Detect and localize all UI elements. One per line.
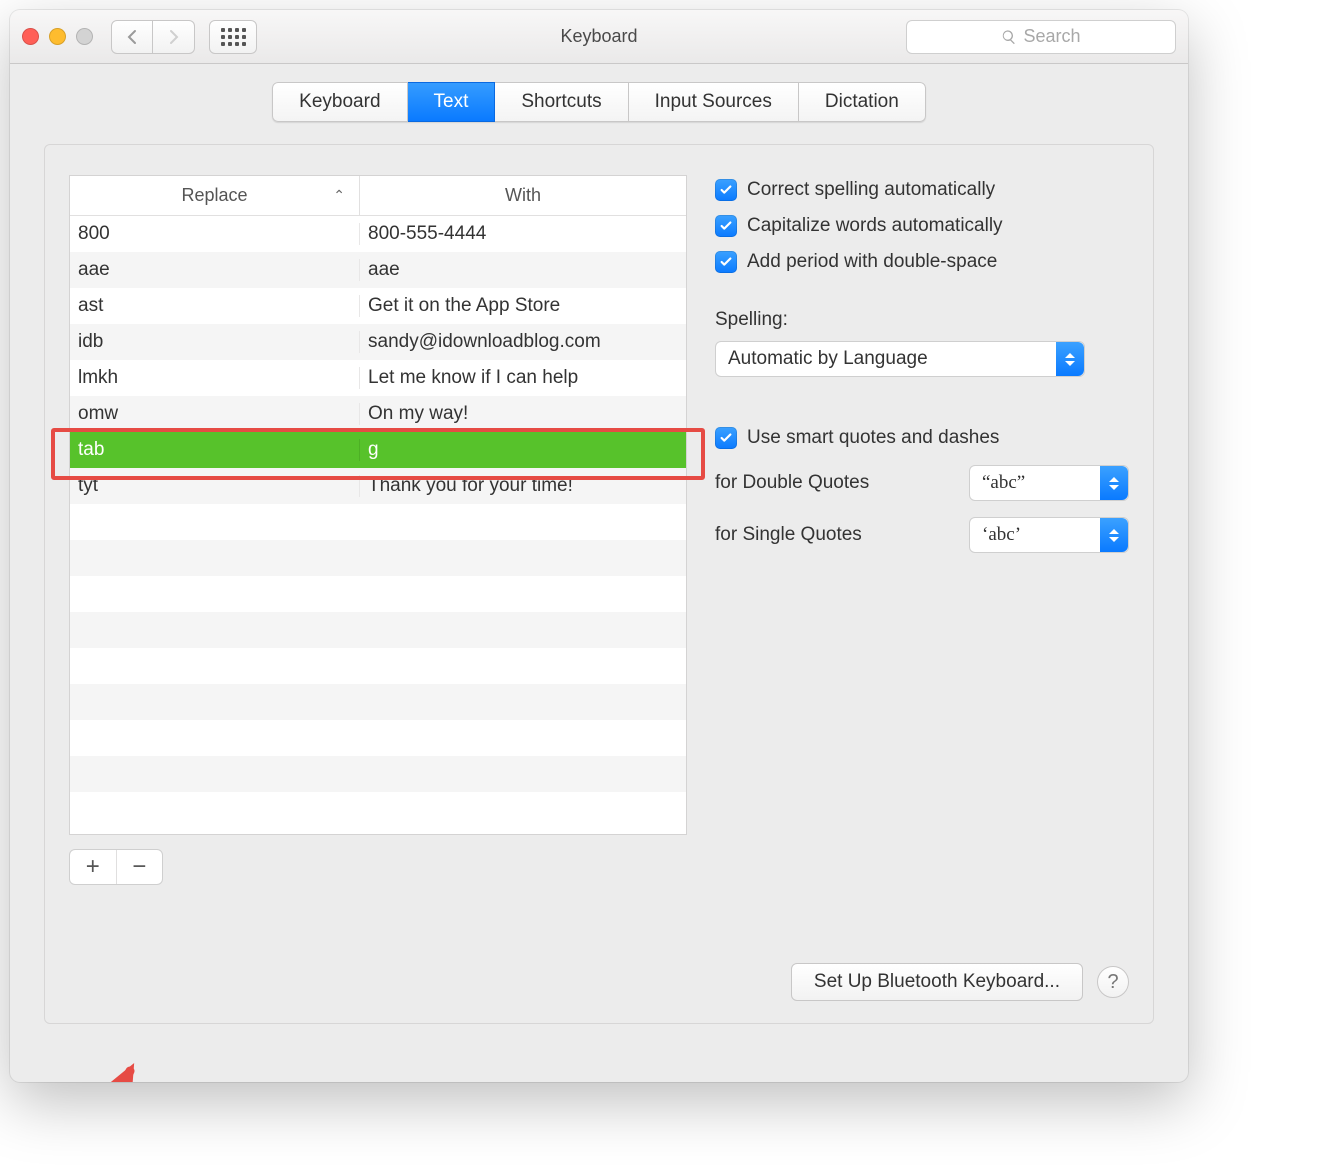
single-quotes-label: for Single Quotes — [715, 524, 862, 546]
cell-replace: idb — [70, 331, 360, 353]
checkbox-checked-icon — [715, 251, 737, 273]
cell-with: aae — [360, 259, 686, 281]
table-row-empty — [70, 648, 686, 684]
add-period-checkbox[interactable]: Add period with double-space — [715, 251, 1129, 273]
close-window-button[interactable] — [22, 28, 39, 45]
cell-replace: lmkh — [70, 367, 360, 389]
grid-icon — [221, 28, 246, 46]
double-quotes-label: for Double Quotes — [715, 472, 869, 494]
content-panel: Replace ⌃ With 800800-555-4444aaeaaeastG… — [44, 144, 1154, 1024]
tab-shortcuts[interactable]: Shortcuts — [495, 82, 628, 122]
table-row-empty — [70, 504, 686, 540]
replacement-table-area: Replace ⌃ With 800800-555-4444aaeaaeastG… — [69, 175, 687, 999]
nav-buttons — [111, 20, 195, 54]
annotation-arrow — [75, 1057, 165, 1082]
select-stepper-icon — [1056, 342, 1084, 376]
spelling-select[interactable]: Automatic by Language — [715, 341, 1085, 377]
capitalize-checkbox[interactable]: Capitalize words automatically — [715, 215, 1129, 237]
table-row-empty — [70, 540, 686, 576]
titlebar: Keyboard Search — [10, 10, 1188, 64]
show-all-button[interactable] — [209, 20, 257, 54]
table-row[interactable]: aaeaae — [70, 252, 686, 288]
cell-with: Get it on the App Store — [360, 295, 686, 317]
tab-dictation[interactable]: Dictation — [799, 82, 926, 122]
smart-quotes-checkbox[interactable]: Use smart quotes and dashes — [715, 427, 1129, 449]
cell-with: 800-555-4444 — [360, 223, 686, 245]
replacement-table[interactable]: Replace ⌃ With 800800-555-4444aaeaaeastG… — [69, 175, 687, 835]
cell-with: Let me know if I can help — [360, 367, 686, 389]
cell-replace: 800 — [70, 223, 360, 245]
tab-bar: Keyboard Text Shortcuts Input Sources Di… — [10, 82, 1188, 122]
tab-text[interactable]: Text — [408, 82, 496, 122]
cell-replace: tyt — [70, 475, 360, 497]
cell-with: sandy@idownloadblog.com — [360, 331, 686, 353]
table-row[interactable]: idbsandy@idownloadblog.com — [70, 324, 686, 360]
cell-with: Thank you for your time! — [360, 475, 686, 497]
table-row-empty — [70, 684, 686, 720]
tab-input-sources[interactable]: Input Sources — [629, 82, 799, 122]
search-icon — [1001, 29, 1017, 45]
double-quotes-select[interactable]: “abc” — [969, 465, 1129, 501]
table-row[interactable]: lmkhLet me know if I can help — [70, 360, 686, 396]
cell-with: g — [360, 439, 686, 461]
back-button[interactable] — [111, 20, 153, 54]
help-button[interactable]: ? — [1097, 966, 1129, 998]
table-header: Replace ⌃ With — [70, 176, 686, 216]
column-with[interactable]: With — [360, 176, 686, 215]
table-row[interactable]: tytThank you for your time! — [70, 468, 686, 504]
table-row[interactable]: omwOn my way! — [70, 396, 686, 432]
checkbox-checked-icon — [715, 427, 737, 449]
sort-caret-icon: ⌃ — [333, 187, 345, 204]
add-button[interactable]: + — [70, 850, 117, 884]
table-row-empty — [70, 720, 686, 756]
preferences-window: Keyboard Search Keyboard Text Shortcuts … — [10, 10, 1188, 1082]
tab-keyboard[interactable]: Keyboard — [272, 82, 407, 122]
cell-with: On my way! — [360, 403, 686, 425]
table-row[interactable]: 800800-555-4444 — [70, 216, 686, 252]
single-quotes-select[interactable]: ‘abc’ — [969, 517, 1129, 553]
cell-replace: omw — [70, 403, 360, 425]
select-stepper-icon — [1100, 518, 1128, 552]
minimize-window-button[interactable] — [49, 28, 66, 45]
select-stepper-icon — [1100, 466, 1128, 500]
table-row-empty — [70, 576, 686, 612]
chevron-left-icon — [126, 29, 138, 45]
checkbox-checked-icon — [715, 215, 737, 237]
add-remove-buttons: + − — [69, 849, 163, 885]
forward-button[interactable] — [153, 20, 195, 54]
table-row[interactable]: astGet it on the App Store — [70, 288, 686, 324]
chevron-right-icon — [168, 29, 180, 45]
table-row-empty — [70, 792, 686, 828]
cell-replace: ast — [70, 295, 360, 317]
search-field[interactable]: Search — [906, 20, 1176, 54]
table-row[interactable]: tabg — [70, 432, 686, 468]
remove-button[interactable]: − — [117, 850, 163, 884]
table-row-empty — [70, 756, 686, 792]
window-controls — [22, 28, 93, 45]
cell-replace: tab — [70, 439, 360, 461]
options-panel: Correct spelling automatically Capitaliz… — [715, 175, 1129, 999]
zoom-window-button[interactable] — [76, 28, 93, 45]
bottom-bar: Set Up Bluetooth Keyboard... ? — [791, 963, 1129, 1001]
search-placeholder: Search — [1023, 26, 1080, 47]
checkbox-checked-icon — [715, 179, 737, 201]
window-title: Keyboard — [560, 26, 637, 47]
spelling-label: Spelling: — [715, 309, 1129, 331]
cell-replace: aae — [70, 259, 360, 281]
table-body: 800800-555-4444aaeaaeastGet it on the Ap… — [70, 216, 686, 834]
bluetooth-keyboard-button[interactable]: Set Up Bluetooth Keyboard... — [791, 963, 1083, 1001]
column-replace[interactable]: Replace ⌃ — [70, 176, 360, 215]
correct-spelling-checkbox[interactable]: Correct spelling automatically — [715, 179, 1129, 201]
table-row-empty — [70, 612, 686, 648]
